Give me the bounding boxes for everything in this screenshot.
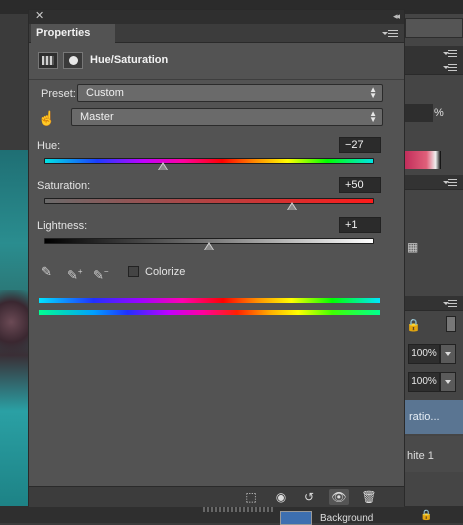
eyedropper-icon[interactable]: ✎ bbox=[41, 264, 55, 280]
layer-name: hite 1 bbox=[407, 450, 434, 462]
lightness-label: Lightness: bbox=[37, 220, 88, 232]
preset-select[interactable]: Custom ▲ ▼ bbox=[77, 84, 383, 102]
dock-value-field[interactable] bbox=[405, 104, 433, 122]
eyedropper-plus-icon[interactable]: ✎+ bbox=[67, 264, 83, 282]
reset-icon[interactable]: ↺ bbox=[299, 489, 319, 505]
adjustment-title: Hue/Saturation bbox=[90, 54, 169, 66]
layer-lock-icon: 🔒 bbox=[420, 510, 433, 521]
view-previous-icon[interactable]: ◉ bbox=[271, 489, 291, 505]
panel-menu-icon[interactable] bbox=[443, 50, 457, 57]
hue-value-field[interactable]: −27 bbox=[339, 137, 381, 153]
eyedropper-minus-icon[interactable]: ✎− bbox=[93, 264, 109, 282]
saturation-value-field[interactable]: +50 bbox=[339, 177, 381, 193]
mask-icon[interactable] bbox=[63, 52, 83, 69]
preset-value: Custom bbox=[86, 87, 124, 99]
properties-panel: ✕ ◂◂ Properties Hue/Saturation Preset: C… bbox=[28, 9, 405, 507]
output-color-bar bbox=[39, 310, 380, 315]
panel-title-bar[interactable]: ✕ ◂◂ bbox=[29, 10, 404, 24]
hue-slider-thumb[interactable] bbox=[157, 162, 168, 170]
saturation-slider-thumb[interactable] bbox=[286, 202, 297, 210]
collapse-icon[interactable]: ◂◂ bbox=[393, 10, 400, 23]
percent-label: % bbox=[434, 107, 444, 119]
channel-value: Master bbox=[80, 111, 114, 123]
fill-dropdown[interactable] bbox=[440, 372, 456, 392]
dock-panel-header bbox=[405, 46, 463, 61]
chevron-updown-icon: ▲ ▼ bbox=[369, 109, 377, 124]
adjustment-icon[interactable] bbox=[38, 52, 58, 69]
layer-row-selected[interactable]: ratio... bbox=[405, 400, 463, 434]
panel-menu-icon[interactable] bbox=[443, 300, 457, 307]
grid-icon[interactable]: ▦ bbox=[407, 240, 418, 254]
panel-menu-icon[interactable] bbox=[443, 64, 457, 71]
visibility-eye-icon[interactable]: 👁 bbox=[329, 489, 349, 505]
close-icon[interactable]: ✕ bbox=[35, 10, 45, 23]
chevron-updown-icon: ▲ ▼ bbox=[369, 85, 377, 100]
canvas-image-detail bbox=[0, 290, 28, 370]
scroll-handle[interactable] bbox=[446, 316, 456, 332]
trash-icon[interactable]: 🗑 bbox=[359, 489, 379, 505]
panel-menu-icon[interactable] bbox=[382, 30, 398, 37]
layer-row[interactable]: hite 1 bbox=[405, 436, 463, 472]
colorize-label: Colorize bbox=[145, 266, 186, 278]
background-layer-label: Background bbox=[320, 513, 374, 524]
layers-panel-header bbox=[405, 296, 463, 311]
channel-select[interactable]: Master ▲ ▼ bbox=[71, 108, 383, 126]
colorize-checkbox[interactable] bbox=[128, 266, 139, 277]
hue-slider-track[interactable] bbox=[44, 158, 374, 164]
layer-name: ratio... bbox=[409, 411, 440, 423]
dock-dropdown[interactable] bbox=[405, 18, 463, 38]
panel-menu-icon[interactable] bbox=[443, 179, 457, 186]
panel-tab-row: Properties bbox=[29, 24, 404, 43]
panel-footer: ⬚ ◉ ↺ 👁 🗑 bbox=[29, 486, 404, 507]
targeted-adjustment-hand-icon[interactable]: ☝ bbox=[38, 109, 56, 127]
dock-panel-header bbox=[405, 60, 463, 75]
saturation-slider-track[interactable] bbox=[44, 198, 374, 204]
hue-label: Hue: bbox=[37, 140, 61, 152]
preset-label: Preset: bbox=[41, 88, 76, 100]
saturation-label: Saturation: bbox=[37, 180, 91, 192]
color-swatch[interactable] bbox=[405, 151, 441, 169]
clip-to-layer-icon[interactable]: ⬚ bbox=[241, 489, 261, 505]
input-color-bar bbox=[39, 298, 380, 303]
opacity-dropdown[interactable] bbox=[440, 344, 456, 364]
fill-field[interactable]: 100% bbox=[408, 372, 440, 392]
lock-icon[interactable]: 🔒 bbox=[406, 318, 421, 332]
lightness-slider-thumb[interactable] bbox=[204, 242, 214, 250]
dock-panel-header bbox=[405, 175, 463, 190]
lightness-value-field[interactable]: +1 bbox=[339, 217, 381, 233]
opacity-field[interactable]: 100% bbox=[408, 344, 440, 364]
tab-properties[interactable]: Properties bbox=[31, 24, 115, 43]
adjustment-header: Hue/Saturation bbox=[29, 43, 404, 80]
